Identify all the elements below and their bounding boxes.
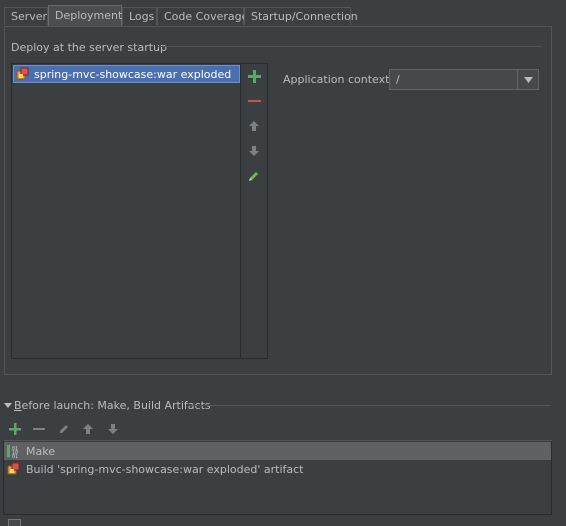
before-launch-task-list[interactable]: 01 10 01 Make Build 'spring-mvc-showcase… — [3, 441, 552, 515]
tab-label: Server — [11, 10, 48, 23]
tab-startup-connection[interactable]: Startup/Connection — [244, 7, 358, 25]
tab-logs[interactable]: Logs — [122, 7, 157, 25]
group-divider — [158, 46, 542, 47]
tab-code-coverage[interactable]: Code Coverage — [157, 7, 248, 25]
application-context-combo[interactable]: / — [389, 69, 539, 90]
move-up-button[interactable] — [246, 118, 262, 134]
before-launch-title: Before launch: Make, Build Artifacts — [14, 399, 211, 412]
tab-server[interactable]: Server — [4, 7, 48, 25]
make-icon: 01 10 01 — [6, 443, 22, 459]
add-task-button[interactable] — [7, 421, 23, 437]
deploy-group-title: Deploy at the server startup — [11, 41, 168, 54]
move-down-button[interactable] — [246, 143, 262, 159]
collapse-triangle-icon — [4, 402, 12, 408]
remove-task-button[interactable] — [31, 421, 47, 437]
move-down-icon — [108, 424, 118, 434]
application-context-value[interactable]: / — [390, 73, 517, 86]
edit-task-button[interactable] — [56, 421, 72, 437]
deploy-toolbar — [241, 63, 268, 359]
edit-icon — [60, 425, 68, 433]
tab-deployment[interactable]: Deployment — [48, 5, 122, 26]
list-item[interactable]: spring-mvc-showcase:war exploded — [13, 65, 240, 83]
before-launch-divider — [189, 405, 551, 406]
tab-label: Startup/Connection — [251, 10, 358, 23]
before-launch-header[interactable]: Before launch: Make, Build Artifacts — [4, 399, 211, 412]
move-task-down-button[interactable] — [105, 421, 121, 437]
move-down-icon — [249, 146, 259, 156]
edit-button[interactable] — [246, 168, 262, 184]
move-up-icon — [83, 424, 93, 434]
tab-label: Code Coverage — [164, 10, 249, 23]
artifact-icon — [16, 67, 30, 81]
task-label: Make — [26, 444, 55, 458]
svg-text:01: 01 — [12, 454, 18, 458]
tab-label: Logs — [129, 10, 155, 23]
artifact-label: spring-mvc-showcase:war exploded — [34, 67, 232, 81]
remove-icon — [247, 99, 261, 102]
add-button[interactable] — [246, 68, 262, 84]
list-item[interactable]: Build 'spring-mvc-showcase:war exploded'… — [4, 460, 551, 478]
add-icon — [9, 423, 21, 435]
task-label: Build 'spring-mvc-showcase:war exploded'… — [26, 462, 304, 476]
chevron-down-icon[interactable] — [517, 70, 538, 89]
move-up-icon — [249, 121, 259, 131]
tab-label: Deployment — [55, 9, 123, 22]
add-icon — [247, 69, 261, 83]
remove-button[interactable] — [246, 93, 262, 109]
deploy-artifact-list[interactable]: spring-mvc-showcase:war exploded — [11, 63, 241, 359]
remove-icon — [33, 428, 45, 430]
edit-icon — [249, 172, 258, 181]
list-item[interactable]: 01 10 01 Make — [4, 442, 551, 460]
move-task-up-button[interactable] — [80, 421, 96, 437]
application-context-label: Application context: — [283, 73, 394, 86]
before-launch-toolbar — [4, 418, 552, 441]
artifact-icon — [6, 461, 22, 477]
